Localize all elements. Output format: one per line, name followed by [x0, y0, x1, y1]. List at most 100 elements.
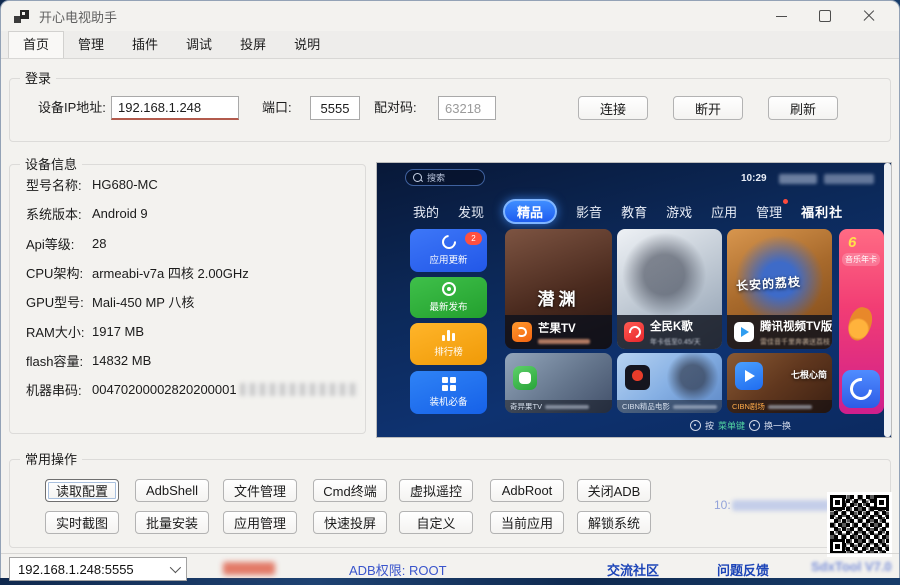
row-value: 14832 MB: [92, 353, 151, 368]
app-icon: [14, 10, 29, 24]
device-row-cpu: CPU架构:armeabi-v7a 四核 2.00GHz: [26, 258, 359, 287]
close-button[interactable]: [847, 1, 891, 31]
hint-press: 按: [705, 419, 714, 432]
device-info-group: 设备信息 型号名称:HG680-MC 系统版本:Android 9 Api等级:…: [9, 164, 366, 434]
disconnect-button[interactable]: 断开: [673, 96, 743, 120]
tab-plugins[interactable]: 插件: [118, 32, 172, 58]
search-icon: [413, 173, 422, 182]
minimize-icon: [776, 16, 787, 17]
op-batch-install-button[interactable]: 批量安装: [135, 511, 209, 534]
row-label: 机器串码:: [26, 380, 92, 399]
qiyiguo-tv-icon: [513, 366, 537, 390]
login-legend: 登录: [20, 70, 56, 87]
port-label: 端口:: [262, 96, 292, 120]
row-label: CPU架构:: [26, 263, 92, 282]
tile-label: 排行榜: [434, 344, 463, 358]
tv-nav-welfare: 福利社: [801, 202, 843, 221]
tv-topbar-redacted-blur: [779, 174, 817, 184]
community-link[interactable]: 交流社区: [607, 560, 659, 579]
device-row-ram: RAM大小:1917 MB: [26, 316, 359, 345]
row-label: GPU型号:: [26, 292, 92, 311]
card-caption: 全民K歌年卡低至0.45/天: [617, 315, 722, 349]
preview-scrollbar[interactable]: [884, 163, 891, 437]
tv-card-cibn-movies: CIBN精品电影: [617, 353, 722, 413]
login-group: 登录 设备IP地址: 端口: 配对码: 连接 断开 刷新: [9, 78, 891, 142]
operations-legend: 常用操作: [20, 451, 82, 468]
row-label: 型号名称:: [26, 175, 92, 194]
tv-search-label: 搜索: [427, 171, 445, 184]
new-badge-icon: [442, 282, 456, 296]
card-subtitle: 雷佳音千里奔袭送荔枝: [760, 337, 825, 347]
feedback-link[interactable]: 问题反馈: [717, 560, 769, 579]
device-address-value: 192.168.1.248:5555: [18, 562, 134, 577]
refresh-button[interactable]: 刷新: [768, 96, 838, 120]
poster-title: 七根心简: [791, 368, 827, 381]
op-app-manager-button[interactable]: 应用管理: [223, 511, 297, 534]
card-app-name: CIBN精品电影: [622, 401, 670, 412]
tv-nav-education: 教育: [621, 202, 647, 221]
tv-nav-mine: 我的: [413, 202, 439, 221]
tab-cast[interactable]: 投屏: [226, 32, 280, 58]
tab-debug[interactable]: 调试: [172, 32, 226, 58]
tv-card-ksong: 全民K歌年卡低至0.45/天: [617, 229, 722, 349]
row-value: HG680-MC: [92, 177, 158, 192]
qr-finder-icon: [830, 495, 845, 510]
desktop-background: 开心电视助手 首页 管理 插件 调试 投屏 说明 登录 设备IP地址: 端口: …: [0, 0, 900, 585]
red-dot-badge: [783, 199, 788, 204]
tv-topbar-redacted-blur: [824, 174, 874, 184]
op-cmd-terminal-button[interactable]: Cmd终端: [313, 479, 387, 502]
carrier-redacted-blur: [223, 562, 275, 575]
tab-manage[interactable]: 管理: [64, 32, 118, 58]
qr-code: [827, 492, 892, 557]
device-address-dropdown[interactable]: 192.168.1.248:5555: [9, 557, 187, 581]
op-custom-button[interactable]: 自定义: [399, 511, 473, 534]
tencent-video-icon: [734, 322, 754, 342]
card-caption: 芒果TV: [505, 315, 612, 349]
minimize-button[interactable]: [759, 1, 803, 31]
pair-code-input[interactable]: [438, 96, 496, 120]
bar-chart-icon: [442, 330, 455, 341]
timestamp-note: 10:: [714, 498, 830, 512]
op-read-config-button[interactable]: 读取配置: [45, 479, 119, 502]
op-adbroot-button[interactable]: AdbRoot: [490, 479, 564, 502]
op-close-adb-button[interactable]: 关闭ADB: [577, 479, 651, 502]
tv-nav-apps: 应用: [711, 202, 737, 221]
ksong-icon: [624, 322, 644, 342]
refresh-circle-icon: [439, 232, 459, 252]
op-quick-cast-button[interactable]: 快速投屏: [313, 511, 387, 534]
tab-help[interactable]: 说明: [280, 32, 334, 58]
device-row-flash: flash容量:14832 MB: [26, 346, 359, 375]
title-bar: 开心电视助手: [1, 1, 899, 31]
op-virtual-remote-button[interactable]: 虚拟遥控: [399, 479, 473, 502]
device-row-serial: 机器串码:00470200002820200001: [26, 375, 359, 404]
maximize-button[interactable]: [803, 1, 847, 31]
tv-card-cibn-theater: 七根心简 CIBN剧场: [727, 353, 832, 413]
grid-icon: [442, 377, 456, 391]
tv-tile-latest-release: 最新发布: [410, 277, 487, 318]
op-adbshell-button[interactable]: AdbShell: [135, 479, 209, 502]
tile-label: 装机必备: [429, 394, 467, 408]
op-unlock-system-button[interactable]: 解锁系统: [577, 511, 651, 534]
ip-input[interactable]: [111, 96, 239, 120]
tv-card-tencent-video: 长安的荔枝 腾讯视频TV版雷佳音千里奔袭送荔枝: [727, 229, 832, 349]
tv-nav-discover: 发现: [458, 202, 484, 221]
card-app-name: 腾讯视频TV版: [760, 318, 825, 334]
card-caption: 奇异果TV: [505, 400, 612, 413]
connect-button[interactable]: 连接: [578, 96, 648, 120]
port-input[interactable]: [310, 96, 360, 120]
device-row-gpu: GPU型号:Mali-450 MP 八核: [26, 287, 359, 316]
caption-subtitle-blur: [673, 405, 717, 409]
row-label: Api等级:: [26, 234, 92, 253]
tab-home[interactable]: 首页: [8, 31, 64, 58]
cibn-icon: [625, 365, 650, 390]
card-caption: 腾讯视频TV版雷佳音千里奔袭送荔枝: [727, 315, 832, 349]
music-app-icon: [842, 370, 880, 408]
qr-pattern: [830, 495, 889, 554]
device-info-rows: 型号名称:HG680-MC 系统版本:Android 9 Api等级:28 CP…: [26, 170, 359, 404]
update-count-badge: 2: [465, 232, 482, 245]
op-live-screenshot-button[interactable]: 实时截图: [45, 511, 119, 534]
op-current-app-button[interactable]: 当前应用: [490, 511, 564, 534]
adb-permission-status: ADB权限: ROOT: [349, 560, 447, 579]
tv-nav-games: 游戏: [666, 202, 692, 221]
op-file-manager-button[interactable]: 文件管理: [223, 479, 297, 502]
